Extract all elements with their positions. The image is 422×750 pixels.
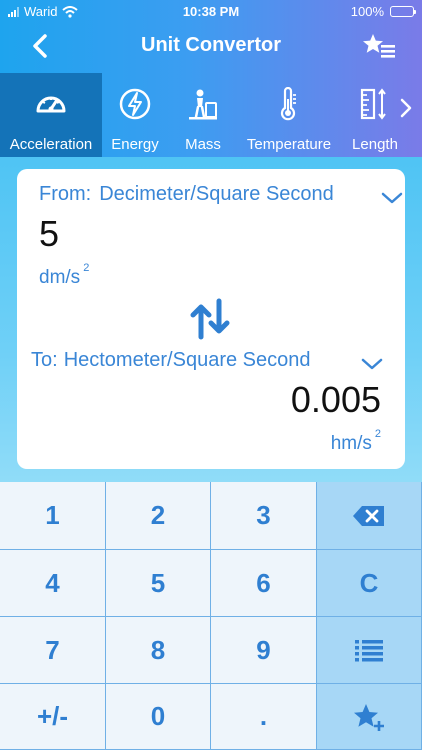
gauge-icon — [36, 96, 66, 113]
to-unit-symbol: hm/s 2 — [330, 428, 381, 455]
backspace-icon — [353, 505, 384, 526]
from-symbol-text: dm/s — [39, 267, 81, 288]
from-unit-selector[interactable]: From: Decimeter/Square Second — [39, 183, 334, 206]
key-sign[interactable]: +/- — [0, 684, 106, 750]
category-tabs: Acceleration Energy Mass Temperature Len… — [0, 73, 422, 157]
key-0[interactable]: 0 — [106, 684, 211, 750]
ruler-icon — [360, 88, 386, 120]
key-decimal[interactable]: . — [211, 684, 317, 750]
key-2[interactable]: 2 — [106, 482, 211, 550]
key-8[interactable]: 8 — [106, 617, 211, 684]
key-1[interactable]: 1 — [0, 482, 106, 550]
tab-acceleration[interactable]: Acceleration — [0, 73, 102, 157]
chevron-down-icon[interactable] — [361, 357, 383, 371]
page-title: Unit Convertor — [141, 34, 281, 56]
list-icon — [355, 640, 383, 662]
to-value: 0.005 — [290, 379, 381, 420]
lightning-icon — [119, 88, 151, 120]
key-5[interactable]: 5 — [106, 550, 211, 617]
thermometer-icon — [280, 87, 296, 121]
key-9[interactable]: 9 — [211, 617, 317, 684]
keypad: 1 2 3 4 5 6 C 7 8 9 +/- 0 . — [0, 482, 422, 750]
tab-label: Energy — [111, 136, 159, 153]
favorites-list-icon[interactable] — [362, 32, 396, 60]
key-3[interactable]: 3 — [211, 482, 317, 550]
from-unit-symbol: dm/s 2 — [39, 262, 89, 289]
from-exponent: 2 — [83, 262, 90, 274]
to-label: To: — [31, 349, 58, 371]
to-exponent: 2 — [374, 428, 381, 440]
weight-icon — [189, 89, 217, 120]
from-value[interactable]: 5 — [39, 213, 59, 255]
to-symbol-text: hm/s — [330, 433, 372, 454]
from-unit-name: Decimeter/Square Second — [99, 183, 334, 205]
tab-temperature[interactable]: Temperature — [238, 73, 340, 157]
chevron-right-icon[interactable] — [398, 97, 414, 119]
to-unit-selector[interactable]: To: Hectometer/Square Second — [31, 349, 311, 372]
backspace-button[interactable] — [317, 482, 422, 550]
tab-mass[interactable]: Mass — [168, 73, 238, 157]
chevron-down-icon[interactable] — [381, 191, 403, 205]
battery-percent: 100% — [350, 4, 384, 19]
converter-card: From: Decimeter/Square Second 5 dm/s 2 To:… — [17, 169, 405, 469]
tab-label: Acceleration — [9, 136, 93, 153]
tab-energy[interactable]: Energy — [102, 73, 168, 157]
tab-label: Temperature — [246, 136, 332, 153]
battery-icon — [390, 6, 416, 17]
key-7[interactable]: 7 — [0, 617, 106, 684]
clear-button[interactable]: C — [317, 550, 422, 617]
swap-icon[interactable] — [187, 295, 235, 343]
star-add-icon — [354, 703, 384, 731]
list-button[interactable] — [317, 617, 422, 684]
navigation-bar: Unit Convertor — [0, 24, 422, 70]
key-6[interactable]: 6 — [211, 550, 317, 617]
to-unit-name: Hectometer/Square Second — [63, 349, 311, 371]
tab-label: Length — [352, 136, 398, 153]
add-favorite-button[interactable] — [317, 684, 422, 750]
key-4[interactable]: 4 — [0, 550, 106, 617]
from-label: From: — [39, 183, 92, 205]
status-bar: Warid 10:38 PM 100% — [0, 0, 422, 24]
tab-label: Mass — [185, 136, 221, 153]
